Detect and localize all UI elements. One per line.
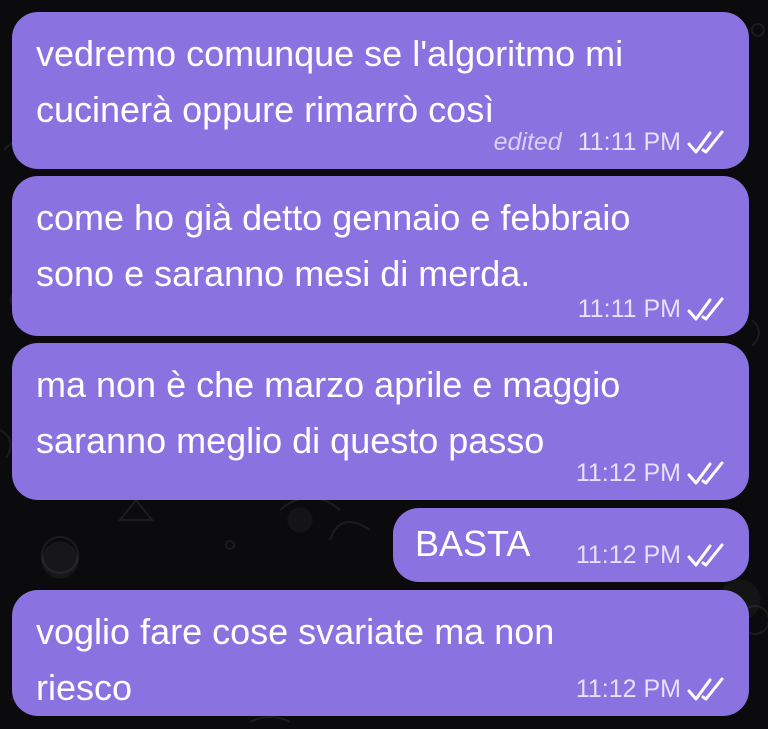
message-time: 11:12 PM xyxy=(575,459,681,487)
message-meta: 11:12 PM xyxy=(576,459,727,488)
message-text: BASTA xyxy=(415,523,531,564)
message-text: voglio fare cose svariate ma non riesco xyxy=(36,611,555,708)
message-meta: 11:12 PM xyxy=(576,675,727,704)
message-text: vedremo comunque se l'algoritmo mi cucin… xyxy=(36,33,624,130)
message-bubble[interactable]: BASTA 11:12 PM xyxy=(393,508,749,582)
message-time: 11:12 PM xyxy=(575,675,681,703)
chat-area[interactable]: vedremo comunque se l'algoritmo mi cucin… xyxy=(0,0,768,729)
message-text: come ho già detto gennaio e febbraio son… xyxy=(36,197,631,294)
message-time: 11:11 PM xyxy=(577,128,681,156)
message-time: 11:12 PM xyxy=(575,541,681,569)
double-check-icon xyxy=(687,461,724,484)
message-bubble[interactable]: voglio fare cose svariate ma non riesco … xyxy=(12,590,749,716)
message-meta: 11:11 PM xyxy=(578,295,727,324)
message-meta: 11:12 PM xyxy=(576,541,727,570)
double-check-icon xyxy=(687,677,724,700)
message-bubble[interactable]: come ho già detto gennaio e febbraio son… xyxy=(12,176,749,336)
edited-label: edited xyxy=(493,128,562,156)
message-text: ma non è che marzo aprile e maggio saran… xyxy=(36,364,621,461)
double-check-icon xyxy=(687,543,724,566)
double-check-icon xyxy=(687,130,724,153)
message-bubble[interactable]: vedremo comunque se l'algoritmo mi cucin… xyxy=(12,12,749,169)
double-check-icon xyxy=(687,297,724,320)
message-time: 11:11 PM xyxy=(577,295,681,323)
message-meta: edited 11:11 PM xyxy=(494,128,727,157)
message-bubble[interactable]: ma non è che marzo aprile e maggio saran… xyxy=(12,343,749,500)
